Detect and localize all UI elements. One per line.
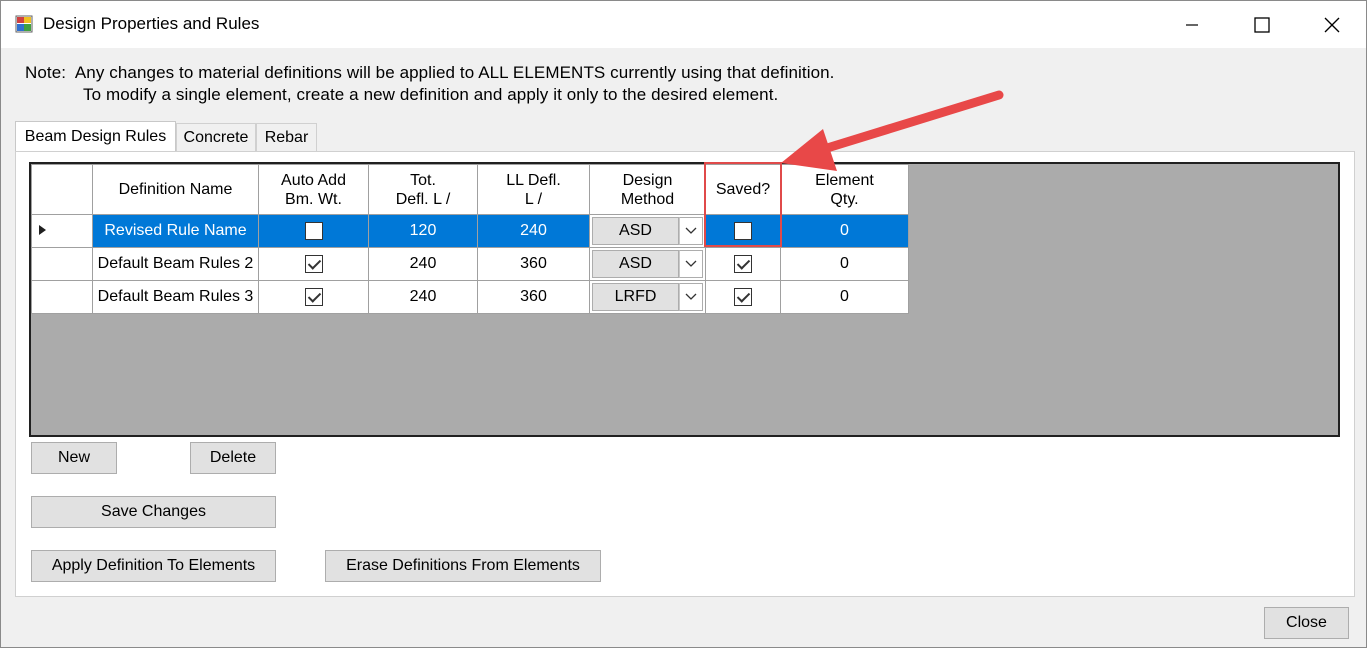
design-method-value: ASD [592,250,679,278]
window-title: Design Properties and Rules [43,14,260,33]
title-bar: Design Properties and Rules [1,1,1366,48]
col-ll-defl[interactable]: LL Defl. L / [477,164,590,215]
table-row[interactable]: Default Beam Rules 2 240 360 ASD 0 [31,247,909,281]
row-pointer-icon [38,225,46,235]
saved-checkbox[interactable] [734,254,752,273]
row-header[interactable] [31,280,93,314]
note-text: Note: Any changes to material definition… [25,62,835,106]
cell-auto-add[interactable] [258,247,369,281]
cell-ll-defl[interactable]: 360 [477,280,590,314]
cell-tot-defl[interactable]: 240 [368,280,478,314]
dialog-window: Design Properties and Rules Note: Any ch… [0,0,1367,648]
delete-button[interactable]: Delete [190,442,276,474]
cell-ll-defl[interactable]: 360 [477,247,590,281]
close-icon[interactable] [1297,1,1367,48]
cell-definition-name[interactable]: Default Beam Rules 2 [92,247,259,281]
cell-auto-add[interactable] [258,214,369,248]
app-icon [15,15,33,33]
annotation-arrow-icon [781,90,1004,171]
save-changes-button[interactable]: Save Changes [31,496,276,528]
auto-add-checkbox[interactable] [304,254,323,273]
table-row[interactable]: Default Beam Rules 3 240 360 LRFD 0 [31,280,909,314]
chevron-down-icon[interactable] [679,283,703,311]
minimize-icon[interactable] [1157,1,1227,48]
cell-element-qty[interactable]: 0 [780,247,909,281]
tab-beam-design-rules[interactable]: Beam Design Rules [15,121,176,151]
rules-grid[interactable]: Definition Name Auto Add Bm. Wt. Tot. Defl… [29,162,1340,437]
tab-rebar[interactable]: Rebar [256,123,317,151]
col-definition-name[interactable]: Definition Name [92,164,259,215]
design-method-dropdown[interactable]: ASD [590,215,705,247]
chevron-down-icon[interactable] [679,250,703,278]
design-method-value: ASD [592,217,679,245]
chevron-down-icon[interactable] [679,217,703,245]
cell-design-method[interactable]: ASD [589,214,706,248]
cell-element-qty[interactable]: 0 [780,280,909,314]
row-header[interactable] [31,247,93,281]
cell-saved[interactable] [705,247,781,281]
apply-definition-button[interactable]: Apply Definition To Elements [31,550,276,582]
cell-element-qty[interactable]: 0 [780,214,909,248]
note-line-2: To modify a single element, create a new… [83,85,779,104]
cell-design-method[interactable]: LRFD [589,280,706,314]
cell-tot-defl[interactable]: 120 [368,214,478,248]
col-design-method[interactable]: Design Method [589,164,706,215]
note-line-1: Note: Any changes to material definition… [25,63,835,82]
design-method-value: LRFD [592,283,679,311]
design-method-dropdown[interactable]: ASD [590,248,705,280]
cell-auto-add[interactable] [258,280,369,314]
tab-concrete[interactable]: Concrete [176,123,256,151]
auto-add-checkbox[interactable] [304,287,323,306]
new-button[interactable]: New [31,442,117,474]
auto-add-checkbox[interactable] [304,221,323,240]
erase-definitions-button[interactable]: Erase Definitions From Elements [325,550,601,582]
maximize-icon[interactable] [1227,1,1297,48]
cell-definition-name[interactable]: Default Beam Rules 3 [92,280,259,314]
cell-definition-name[interactable]: Revised Rule Name [92,214,259,248]
row-header-selected[interactable] [31,214,93,248]
corner-header [31,164,93,215]
design-method-dropdown[interactable]: LRFD [590,281,705,313]
saved-checkbox[interactable] [734,287,752,306]
col-auto-add[interactable]: Auto Add Bm. Wt. [258,164,369,215]
close-button[interactable]: Close [1264,607,1349,639]
col-tot-defl[interactable]: Tot. Defl. L / [368,164,478,215]
cell-saved[interactable] [705,280,781,314]
cell-tot-defl[interactable]: 240 [368,247,478,281]
cell-design-method[interactable]: ASD [589,247,706,281]
cell-ll-defl[interactable]: 240 [477,214,590,248]
